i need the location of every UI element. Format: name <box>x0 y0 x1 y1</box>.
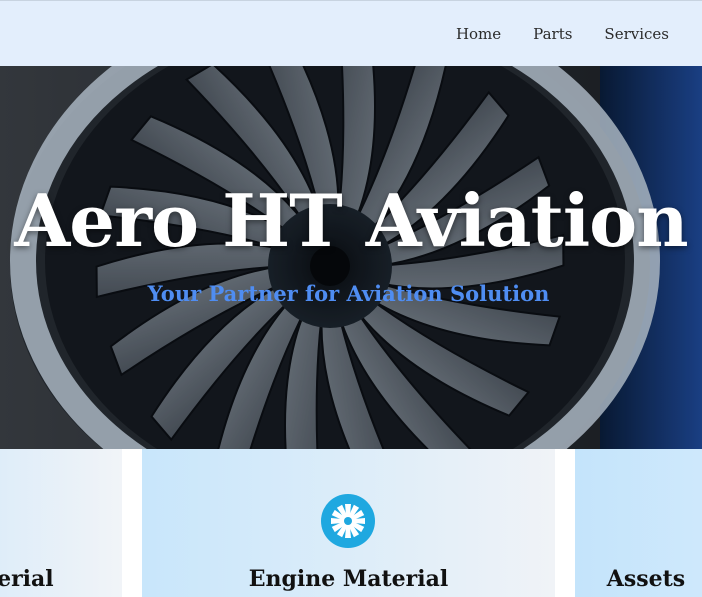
card-assets[interactable]: Assets <box>575 449 702 597</box>
nav-link-parts[interactable]: Parts <box>533 24 572 44</box>
category-cards: Material <box>0 449 702 597</box>
card-title: Material <box>0 566 54 592</box>
card-engine-material[interactable]: Engine Material <box>142 449 555 597</box>
hero-banner: Aero HT Aviation Your Partner for Aviati… <box>0 66 702 449</box>
nav-links: Home Parts Services <box>424 24 669 44</box>
nav-link-services[interactable]: Services <box>604 24 669 44</box>
card-title: Assets <box>606 566 686 592</box>
card-material[interactable]: Material <box>0 449 122 597</box>
hero-title: Aero HT Aviation <box>14 178 688 263</box>
card-title: Engine Material <box>248 566 449 592</box>
nav-link-home[interactable]: Home <box>456 24 501 44</box>
fan-icon <box>321 494 375 548</box>
navbar: Home Parts Services <box>0 0 702 66</box>
hero-subtitle: Your Partner for Aviation Solution <box>147 281 550 306</box>
page: Home Parts Services Aero HT Aviation You… <box>0 0 702 597</box>
